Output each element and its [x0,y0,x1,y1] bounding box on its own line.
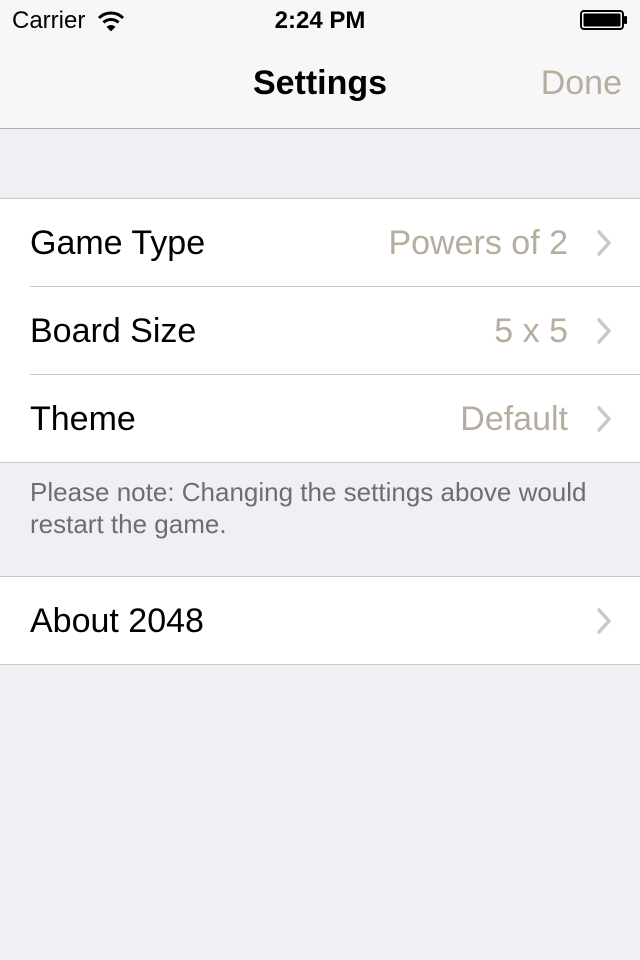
theme-value: Default [460,400,568,438]
board-size-value: 5 x 5 [494,312,568,350]
done-button[interactable]: Done [541,64,622,103]
settings-screen: Carrier 2:24 PM Settings Done Game Type … [0,0,640,960]
battery-icon [580,10,627,30]
game-settings-group: Game Type Powers of 2 Board Size 5 x 5 T… [0,198,640,463]
about-group: About 2048 [0,576,640,665]
theme-label: Theme [30,400,136,438]
board-size-label: Board Size [30,312,197,350]
navigation-bar: Settings Done [0,40,640,129]
status-bar: Carrier 2:24 PM [0,0,640,40]
status-time: 2:24 PM [274,7,366,34]
chevron-right-icon [597,608,611,634]
chevron-right-icon [597,406,611,432]
chevron-right-icon [597,318,611,344]
board-size-cell[interactable]: Board Size 5 x 5 [0,286,640,374]
about-cell[interactable]: About 2048 [0,577,640,664]
game-type-label: Game Type [30,224,206,262]
game-type-value: Powers of 2 [388,224,568,262]
chevron-right-icon [597,230,611,256]
game-type-cell[interactable]: Game Type Powers of 2 [0,199,640,286]
settings-footer-note: Please note: Changing the settings above… [30,477,587,539]
about-label: About 2048 [30,602,204,640]
theme-cell[interactable]: Theme Default [0,374,640,462]
